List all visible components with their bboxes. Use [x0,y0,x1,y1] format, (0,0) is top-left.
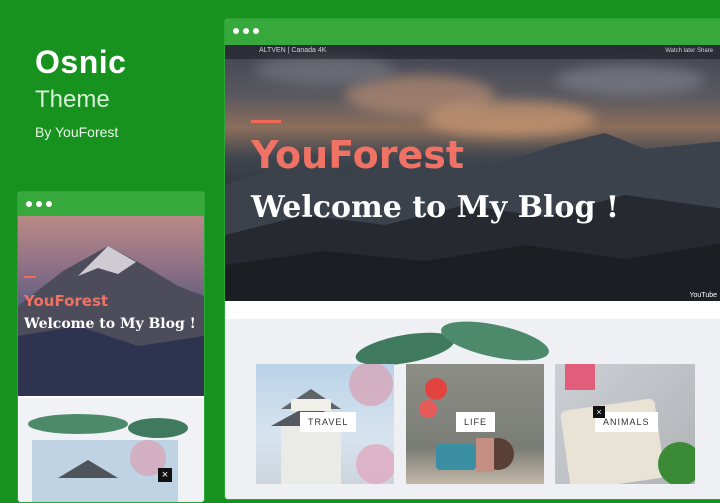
mobile-preview-window: YouForest Welcome to My Blog ! × [17,191,205,503]
window-dots-icon [26,201,52,207]
hero-accent-line [251,120,281,123]
tag-life[interactable]: LIFE [456,412,496,432]
mobile-close-icon[interactable]: × [158,468,172,482]
brand-byline: By YouForest [35,124,119,140]
desktop-hero-video[interactable]: ALTVEN | Canada 4K Watch later Share You… [225,45,720,301]
mobile-window-titlebar [18,192,204,216]
desktop-preview-window: ALTVEN | Canada 4K Watch later Share You… [224,18,720,500]
posts-grid: TRAVEL LIFE ANIMALS × [225,319,720,499]
youtube-logo-icon: YouTube [689,292,717,299]
post-card-travel[interactable]: TRAVEL [256,364,394,484]
brand-subtitle: Theme [35,86,110,113]
post-card-life[interactable]: LIFE [406,364,544,484]
mobile-hero-brand: YouForest [24,292,109,310]
post-card-animals[interactable]: ANIMALS × [555,364,695,484]
video-title: ALTVEN | Canada 4K [259,47,327,54]
video-info-strip: ALTVEN | Canada 4K Watch later Share [225,45,720,59]
mobile-accent-line [24,276,36,278]
window-dots-icon [233,28,259,34]
mobile-hero-image: YouForest Welcome to My Blog ! [18,216,204,396]
mobile-hero-welcome: Welcome to My Blog ! [24,316,196,332]
video-actions[interactable]: Watch later Share [665,48,713,54]
hero-brand: YouForest [251,133,465,177]
tag-travel[interactable]: TRAVEL [300,412,357,432]
close-icon[interactable]: × [593,406,605,418]
brand-title: Osnic [35,44,127,80]
hero-welcome: Welcome to My Blog ! [251,190,620,225]
mobile-post-image [28,414,188,502]
mobile-posts-area: × [18,398,204,502]
desktop-window-titlebar [225,19,720,45]
